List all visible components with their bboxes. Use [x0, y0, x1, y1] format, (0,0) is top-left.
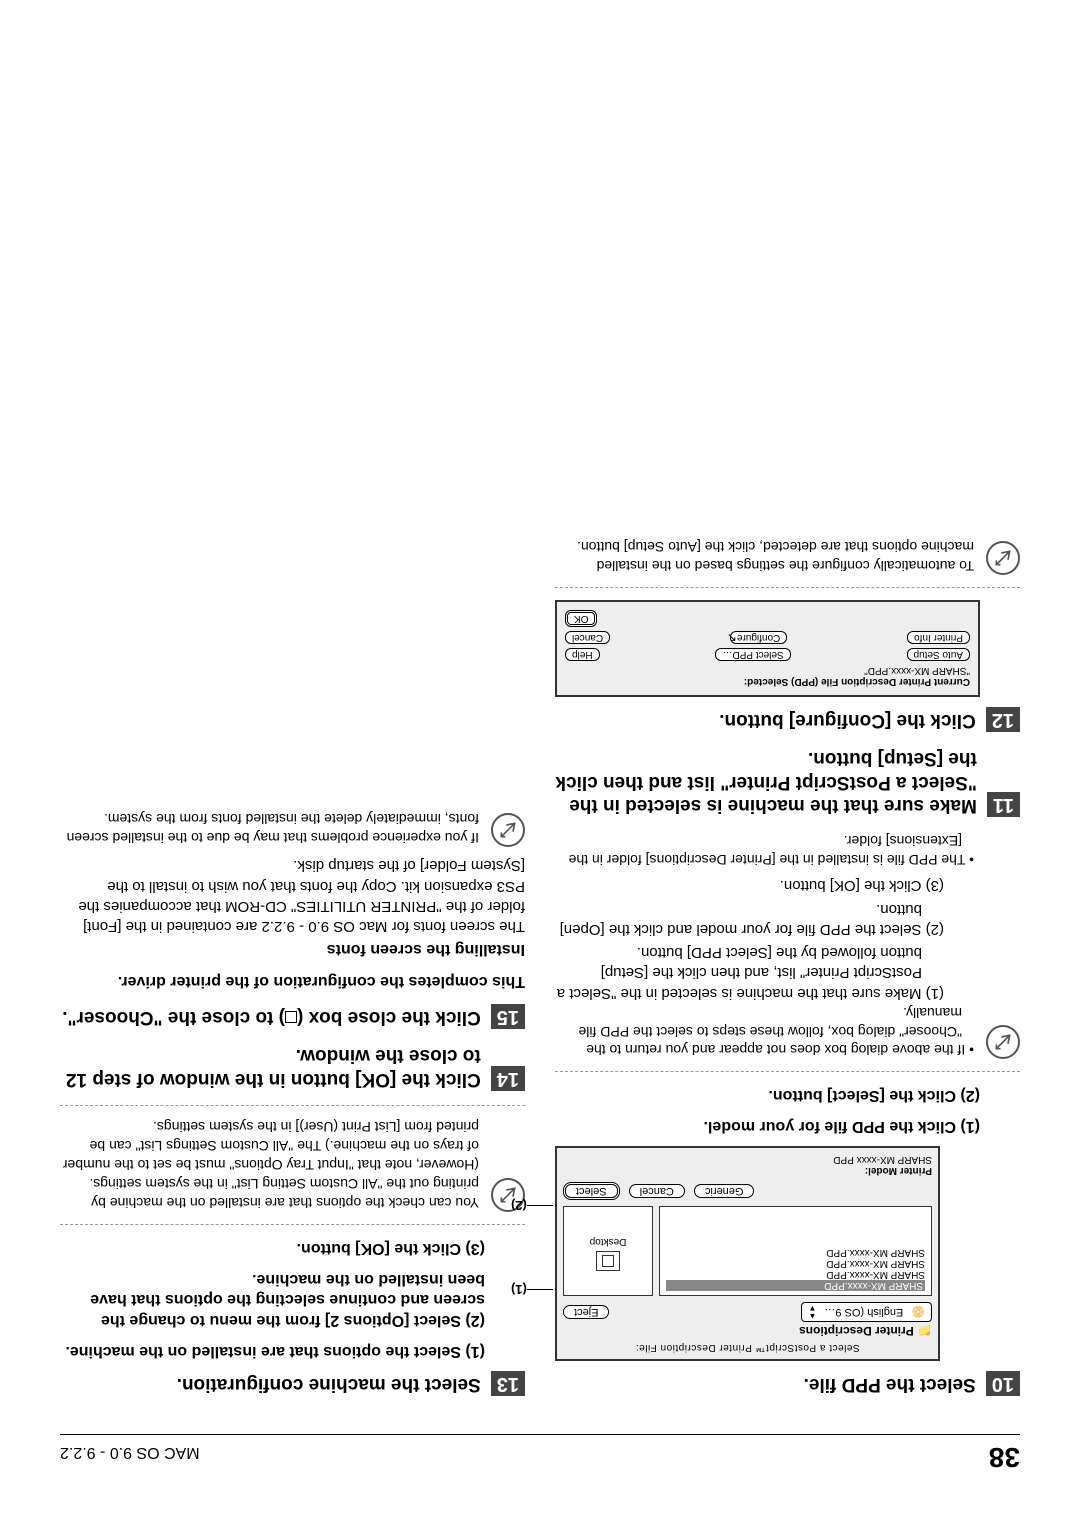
cancel-button[interactable]: Cancel	[629, 1184, 685, 1198]
auto-setup-button[interactable]: Auto Setup	[907, 648, 970, 661]
note-icon	[491, 813, 525, 847]
desktop-button[interactable]: Desktop	[563, 1206, 653, 1296]
eject-button[interactable]: Eject	[563, 1305, 609, 1319]
step-10-title: Select the PPD file.	[555, 1372, 976, 1396]
dialog-title: Select a PostScript™ Printer Description…	[563, 1342, 932, 1353]
desktop-icon	[596, 1251, 620, 1271]
substep-10-2: (2) Click the [Select] button.	[555, 1084, 980, 1105]
step-11-title: Make sure that the machine is selected i…	[555, 746, 977, 817]
generic-button[interactable]: Generic	[694, 1184, 755, 1198]
printer-model-label: Printer Model:	[563, 1165, 932, 1176]
ppd-file-list[interactable]: SHARP MX-xxxx.PPD SHARP MX-xxxx.PPD SHAR…	[659, 1206, 932, 1296]
ppd-item: SHARP MX-xxxx.PPD	[666, 1258, 925, 1269]
ppd-item: SHARP MX-xxxx.PPD	[666, 1280, 925, 1291]
ok-button[interactable]: OK	[565, 610, 597, 627]
completion-text: This completes the configuration of the …	[60, 972, 525, 990]
configure-button[interactable]: Configure↖	[730, 631, 787, 644]
folder-label: 📁 Printer Descriptions	[563, 1324, 932, 1338]
ppd-selected-label: Current Printer Description File (PPD) S…	[565, 676, 970, 687]
select-ppd-dialog: Select a PostScript™ Printer Description…	[555, 1146, 940, 1361]
install-fonts-heading: Installing the screen fonts	[60, 940, 525, 958]
step-13-number: 13	[491, 1371, 525, 1396]
help-button[interactable]: Help	[565, 648, 600, 661]
step-14-number: 14	[491, 1066, 525, 1091]
section-label: MAC OS 9.0 - 9.2.2	[60, 1443, 200, 1461]
substep-13-2: (2) Select [Options 2] from the menu to …	[60, 1268, 485, 1330]
step-12-number: 12	[986, 707, 1020, 732]
page-number: 38	[989, 1441, 1020, 1473]
note-icon	[986, 1025, 1020, 1059]
substep-13-1: (1) Select the options that are installe…	[60, 1340, 485, 1361]
step-15-title: Click the close box () to close the "Cho…	[60, 1005, 481, 1029]
step-12-title: Click the [Configure] button.	[555, 708, 976, 732]
ppd-item: SHARP MX-xxxx.PPD	[666, 1247, 925, 1258]
printer-model-value: SHARP MX-xxxx PPD	[563, 1154, 932, 1165]
note-ppd-manual: • If the above dialog box does not appea…	[555, 831, 974, 1059]
ppd-item: SHARP MX-xxxx.PPD	[666, 1269, 925, 1280]
note-auto-setup: To automatically configure the settings …	[555, 537, 974, 575]
close-box-icon	[285, 1011, 297, 1023]
substep-10-1: (1) Click the PPD file for your model.	[555, 1115, 980, 1136]
ppd-selected-value: "SHARP MX-xxxx.PPD"	[565, 665, 970, 676]
callout-2: (2)	[511, 1198, 557, 1213]
cancel-button-2[interactable]: Cancel	[565, 631, 610, 644]
step-11-number: 11	[987, 792, 1020, 817]
note-font-problems: If you experience problems that may be d…	[60, 809, 479, 847]
callout-1: (1)	[511, 1282, 557, 1297]
configure-dialog: Current Printer Description File (PPD) S…	[555, 600, 980, 697]
note-options-list: You can check the options that are insta…	[60, 1118, 479, 1212]
step-15-number: 15	[491, 1004, 525, 1029]
step-14-title: Click the [OK] button in the window of s…	[60, 1043, 481, 1091]
install-fonts-body: The screen fonts for Mac OS 9.0 - 9.2.2 …	[60, 855, 525, 936]
step-13-title: Select the machine configuration.	[60, 1372, 481, 1396]
drive-dropdown[interactable]: 📀English (OS 9…▲▼	[802, 1302, 933, 1322]
note-icon	[986, 541, 1020, 575]
printer-info-button[interactable]: Printer Info	[907, 631, 970, 644]
step-10-number: 10	[986, 1371, 1020, 1396]
select-ppd-button[interactable]: Select PPD…	[715, 648, 790, 661]
substep-13-3: (3) Click the [OK] button.	[60, 1237, 485, 1258]
select-button[interactable]: Select	[563, 1182, 620, 1200]
